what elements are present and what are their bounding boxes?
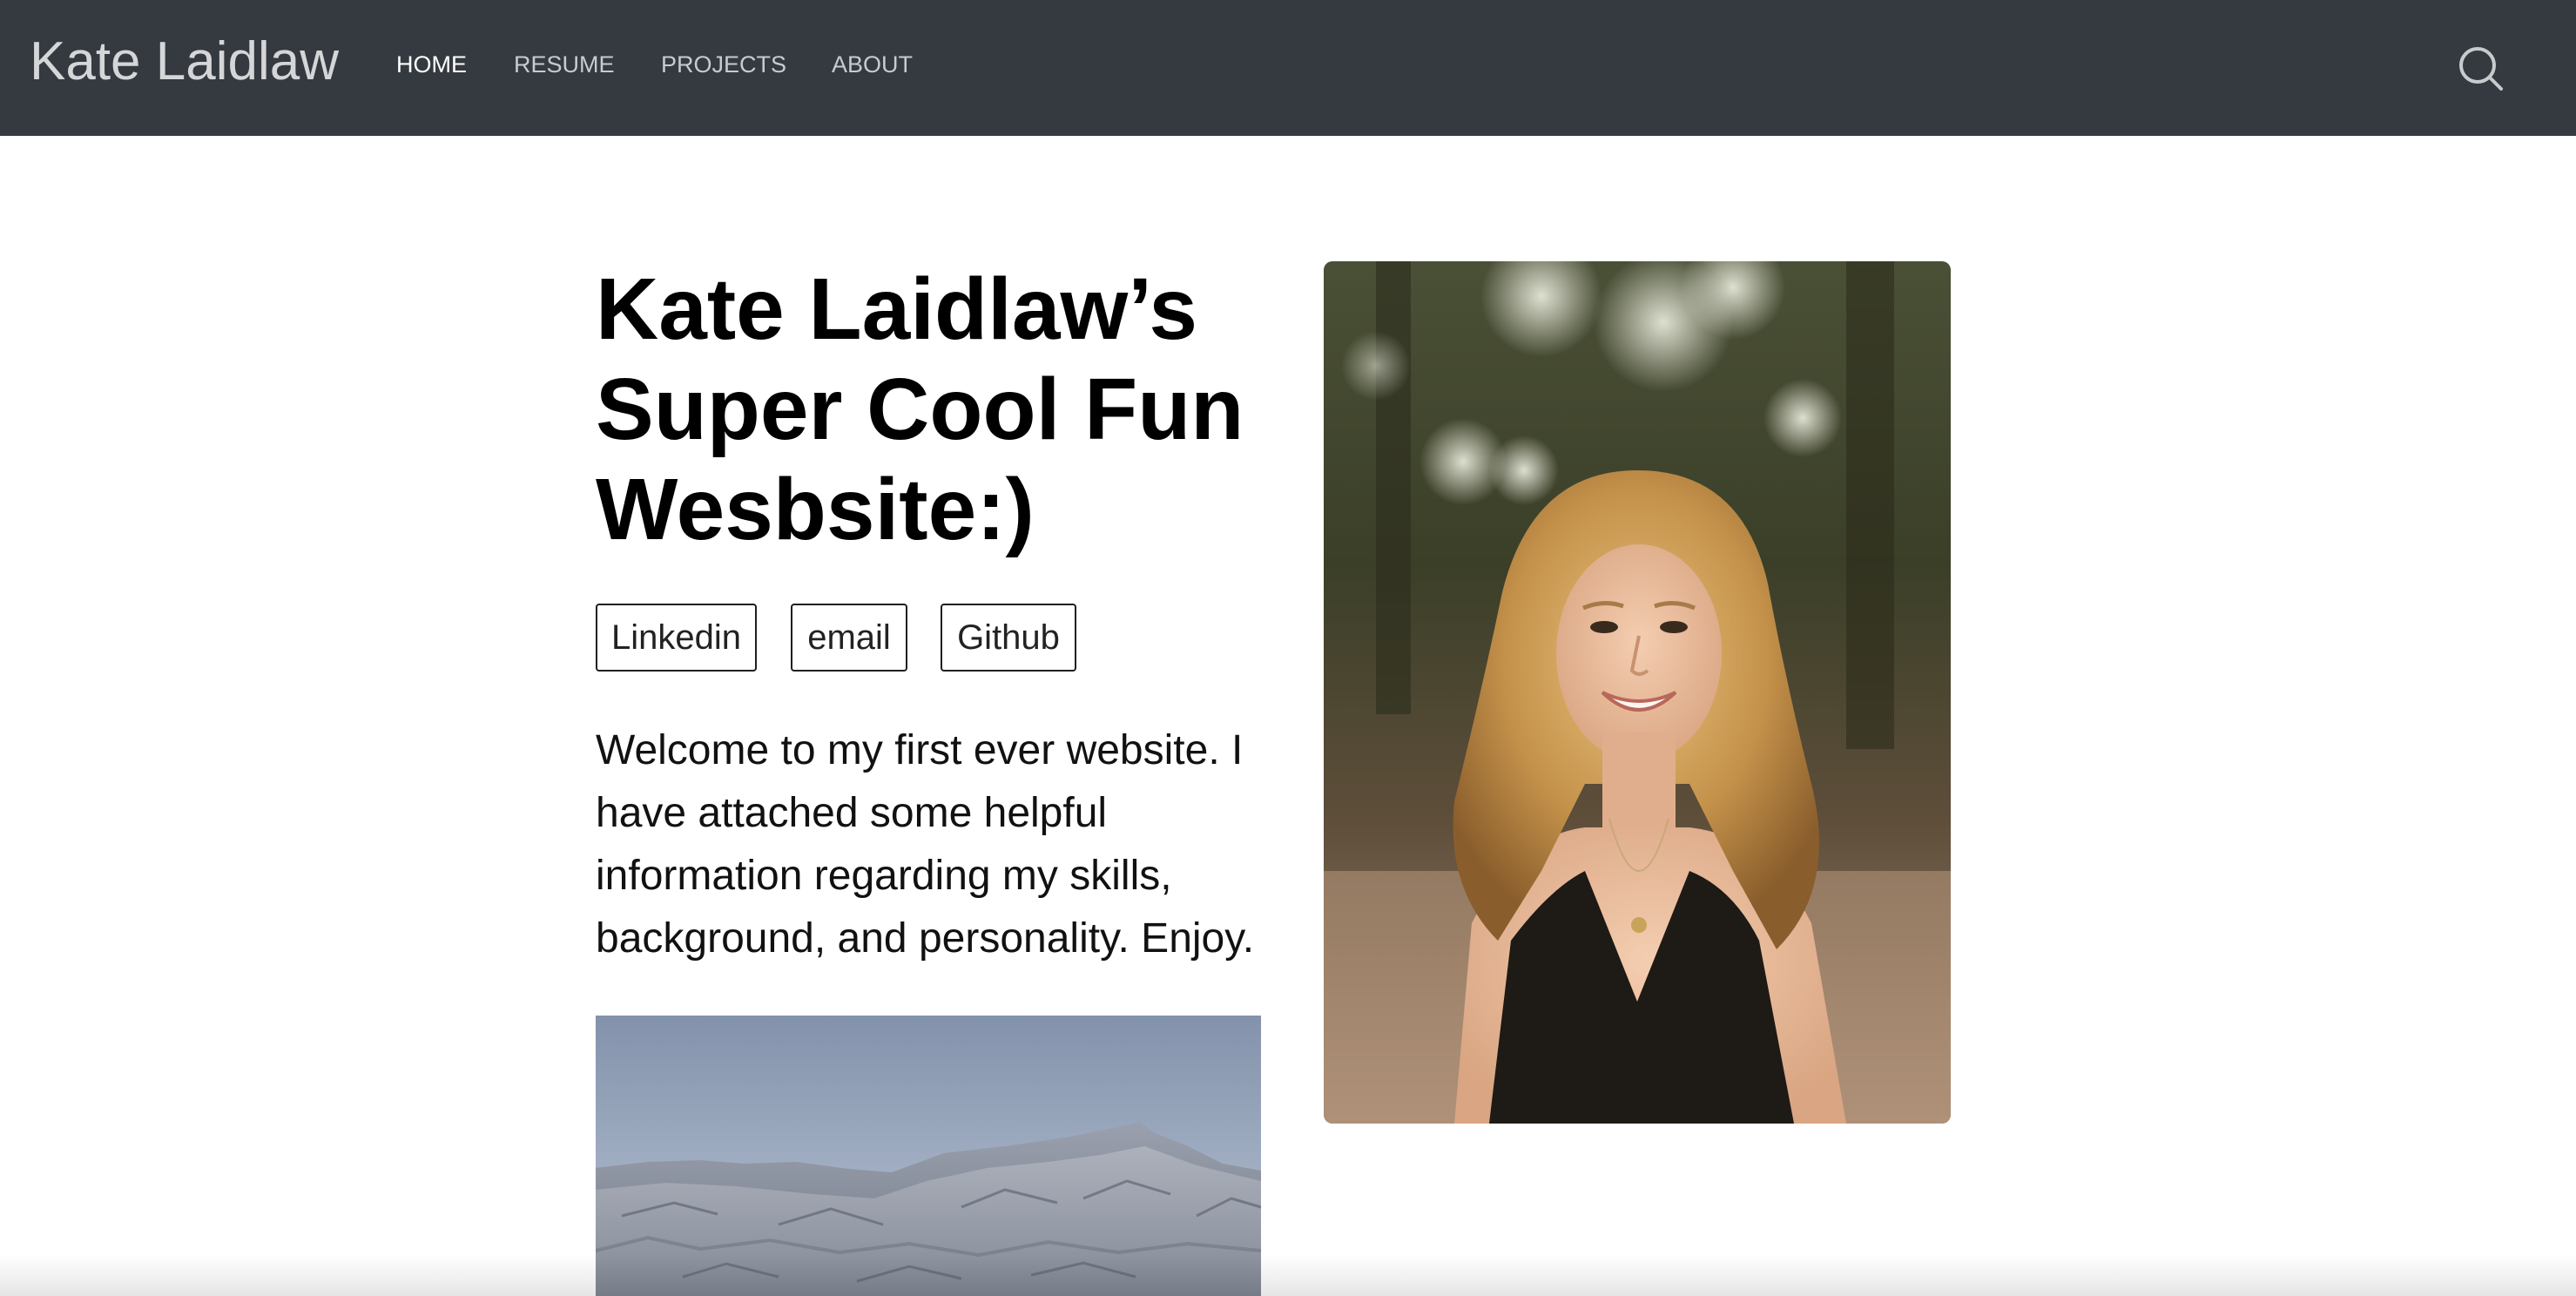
portrait-photo [1324,261,1951,1124]
page-title-line: Super Cool Fun [596,361,1244,458]
page-title-line: Kate Laidlaw’s [596,260,1197,358]
search-button[interactable] [2454,42,2508,96]
intro-line: information regarding my skills, [596,853,1172,899]
site-brand[interactable]: Kate Laidlaw [30,30,339,94]
email-button[interactable]: email [791,604,907,672]
nav-home[interactable]: HOME [396,51,467,78]
intro-line: have attached some helpful [596,790,1108,836]
bottom-fade [0,1254,2576,1296]
intro-paragraph: Welcome to my first ever website. I have… [596,719,1284,970]
nav-resume[interactable]: RESUME [514,51,615,78]
intro-line: Welcome to my first ever website. I [596,727,1244,773]
mountain-landscape-image [596,1016,1261,1296]
linkedin-button[interactable]: Linkedin [596,604,757,672]
intro-line: background, and personality. Enjoy. [596,915,1255,962]
search-icon [2459,47,2503,91]
top-navbar: Kate Laidlaw HOME RESUME PROJECTS ABOUT [0,0,2576,136]
page-title-line: Wesbsite:) [596,461,1035,558]
page-title: Kate Laidlaw’s Super Cool Fun Wesbsite:) [596,260,1258,560]
nav-about[interactable]: ABOUT [832,51,913,78]
nav-projects[interactable]: PROJECTS [661,51,786,78]
github-button[interactable]: Github [941,604,1076,672]
